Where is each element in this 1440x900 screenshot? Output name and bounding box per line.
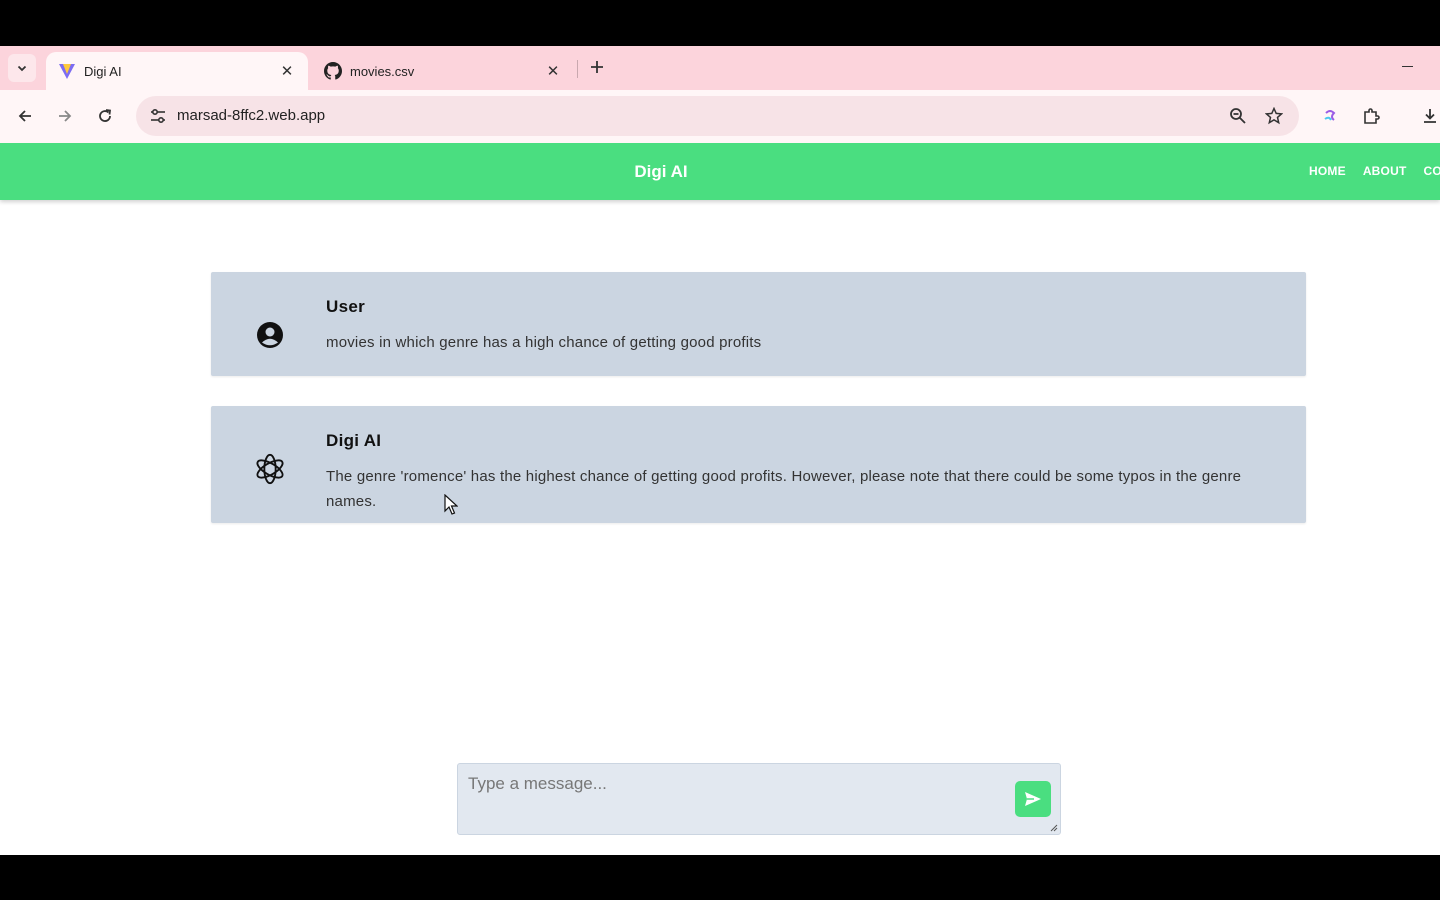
openai-icon [253,452,287,486]
zoom-icon [1230,108,1246,124]
message-text: movies in which genre has a high chance … [326,334,762,351]
browser-tab-bar: Digi AI ✕ movies.csv ✕ [0,46,1440,90]
app-brand[interactable]: Digi AI [0,162,1322,182]
reload-icon [99,109,112,122]
site-info-button[interactable] [144,102,172,130]
downloads-button[interactable] [1416,102,1440,130]
arrow-left-icon [18,110,31,122]
url-text: marsad-8ffc2.web.app [177,107,326,124]
chevron-down-icon [17,65,27,72]
message-sender: User [326,297,366,316]
close-tab-icon[interactable]: ✕ [278,62,296,80]
resize-grip-icon[interactable] [1048,822,1058,832]
user-circle-icon [253,318,287,352]
tab-digi-ai[interactable]: Digi AI ✕ [46,52,308,90]
back-button[interactable] [11,102,39,130]
send-button[interactable] [1015,781,1051,817]
plus-icon [591,61,603,73]
new-tab-button[interactable] [585,55,609,79]
extension-button[interactable] [1316,102,1344,130]
star-icon [1265,107,1283,125]
forward-button[interactable] [51,102,79,130]
chat-message-user: User movies in which genre has a high ch… [211,272,1306,376]
minimize-icon [1401,65,1413,67]
vite-icon [58,62,76,80]
message-input[interactable] [458,764,1008,834]
address-bar[interactable]: marsad-8ffc2.web.app [136,96,1299,136]
browser-toolbar: marsad-8ffc2.web.app [0,90,1440,143]
bookmark-button[interactable] [1262,104,1286,128]
puzzle-icon [1364,108,1380,124]
screen: Digi AI ✕ movies.csv ✕ marsad-8ffc2.web.… [0,0,1440,900]
minimize-window-button[interactable] [1396,58,1418,74]
tab-divider [577,60,578,78]
app-nav: HOME ABOUT CO [1309,164,1440,178]
chat-message-ai: Digi AI The genre 'romence' has the high… [211,406,1306,523]
app-header: Digi AI HOME ABOUT CO [0,143,1440,200]
letterbox-bottom [0,855,1440,900]
letterbox-top [0,0,1440,46]
reload-button[interactable] [91,102,119,130]
tab-title: movies.csv [350,63,415,79]
github-icon [324,62,342,80]
arrow-right-icon [59,110,72,122]
message-sender: Digi AI [326,431,382,450]
message-text: The genre 'romence' has the highest chan… [326,468,1242,510]
tab-title: Digi AI [84,63,122,79]
tab-search-button[interactable] [8,54,36,82]
app-page: Digi AI HOME ABOUT CO User movies in whi… [0,143,1440,855]
message-composer [457,763,1061,835]
close-tab-icon[interactable]: ✕ [544,62,562,80]
nav-about-link[interactable]: ABOUT [1363,164,1407,178]
extension-logo-icon [1324,110,1336,121]
nav-home-link[interactable]: HOME [1309,164,1346,178]
send-icon [1025,792,1041,806]
tune-icon [151,108,165,124]
tab-movies-csv[interactable]: movies.csv ✕ [312,52,574,90]
nav-contact-link[interactable]: CO [1423,164,1440,178]
extensions-menu-button[interactable] [1357,102,1385,130]
mouse-cursor-icon [444,494,458,515]
download-icon [1424,109,1436,123]
zoom-button[interactable] [1226,104,1250,128]
